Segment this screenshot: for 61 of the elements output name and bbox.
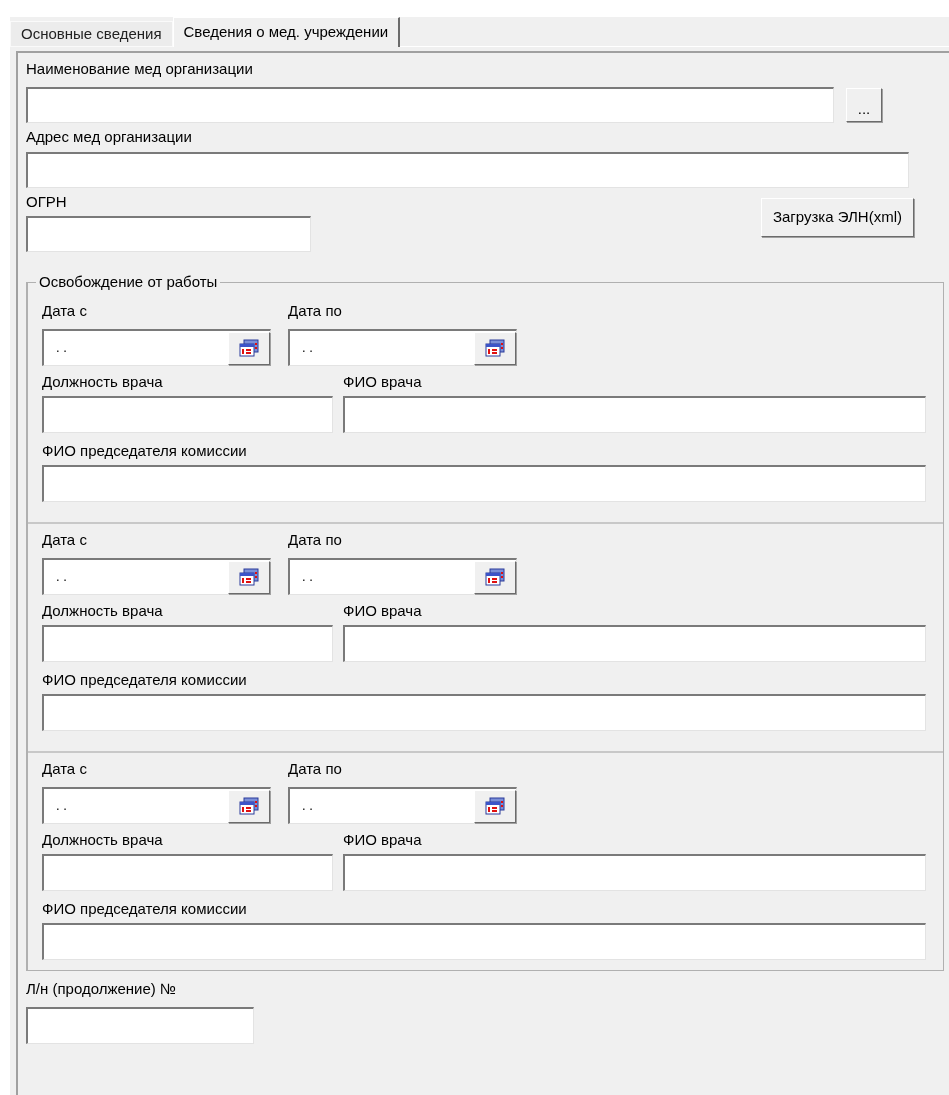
tab[interactable]: Основные сведения	[10, 21, 173, 47]
field-label: Должность врача	[42, 830, 164, 850]
input-field[interactable]	[42, 694, 926, 731]
field-label: Дата по	[288, 301, 343, 321]
calendar-button[interactable]	[228, 331, 270, 365]
input-field[interactable]	[42, 854, 333, 891]
field-label: ОГРН	[26, 192, 68, 212]
input-field[interactable]	[26, 87, 834, 123]
browse-button[interactable]: ...	[846, 88, 882, 122]
input-field[interactable]	[42, 923, 926, 960]
field-label: ФИО председателя комиссии	[42, 899, 248, 919]
field-label: ФИО председателя комиссии	[42, 670, 248, 690]
input-field[interactable]	[26, 216, 311, 252]
date-value: . .	[302, 339, 314, 358]
field-label: ФИО врача	[343, 372, 423, 392]
calendar-icon	[485, 568, 505, 586]
date-field[interactable]: . .	[42, 329, 271, 366]
calendar-button[interactable]	[474, 789, 516, 823]
calendar-icon	[485, 797, 505, 815]
field-label: Дата по	[288, 759, 343, 779]
field-label: Дата с	[42, 530, 88, 550]
date-field[interactable]: . .	[288, 329, 517, 366]
field-label: Адрес мед организации	[26, 127, 193, 147]
date-value: . .	[302, 568, 314, 587]
group-title: Освобождение от работы	[36, 272, 221, 292]
date-value: . .	[302, 797, 314, 816]
field-label: Дата с	[42, 759, 88, 779]
field-label: Л/н (продолжение) №	[26, 979, 178, 999]
input-field[interactable]	[26, 152, 909, 188]
field-label: ФИО председателя комиссии	[42, 441, 248, 461]
date-field[interactable]: . .	[288, 558, 517, 595]
input-field[interactable]	[343, 396, 926, 433]
tab[interactable]: Сведения о мед. учреждении	[172, 17, 401, 47]
calendar-icon	[239, 339, 259, 357]
date-field[interactable]: . .	[42, 558, 271, 595]
input-field[interactable]	[343, 854, 926, 891]
calendar-icon	[239, 797, 259, 815]
input-field[interactable]	[42, 465, 926, 502]
input-field[interactable]	[42, 625, 333, 662]
field-label: Должность врача	[42, 372, 164, 392]
input-field[interactable]	[343, 625, 926, 662]
calendar-button[interactable]	[474, 331, 516, 365]
calendar-icon	[239, 568, 259, 586]
date-value: . .	[56, 339, 68, 358]
field-label: Дата по	[288, 530, 343, 550]
input-field[interactable]	[42, 396, 333, 433]
field-label: Наименование мед организации	[26, 59, 254, 79]
date-value: . .	[56, 568, 68, 587]
field-label: ФИО врача	[343, 601, 423, 621]
field-label: ФИО врача	[343, 830, 423, 850]
date-field[interactable]: . .	[288, 787, 517, 824]
calendar-icon	[485, 339, 505, 357]
field-label: Дата с	[42, 301, 88, 321]
input-field[interactable]	[26, 1007, 254, 1044]
date-field[interactable]: . .	[42, 787, 271, 824]
calendar-button[interactable]	[228, 789, 270, 823]
calendar-button[interactable]	[228, 560, 270, 594]
load-button[interactable]: Загрузка ЭЛН(xml)	[760, 198, 914, 237]
date-value: . .	[56, 797, 68, 816]
field-label: Должность врача	[42, 601, 164, 621]
calendar-button[interactable]	[474, 560, 516, 594]
